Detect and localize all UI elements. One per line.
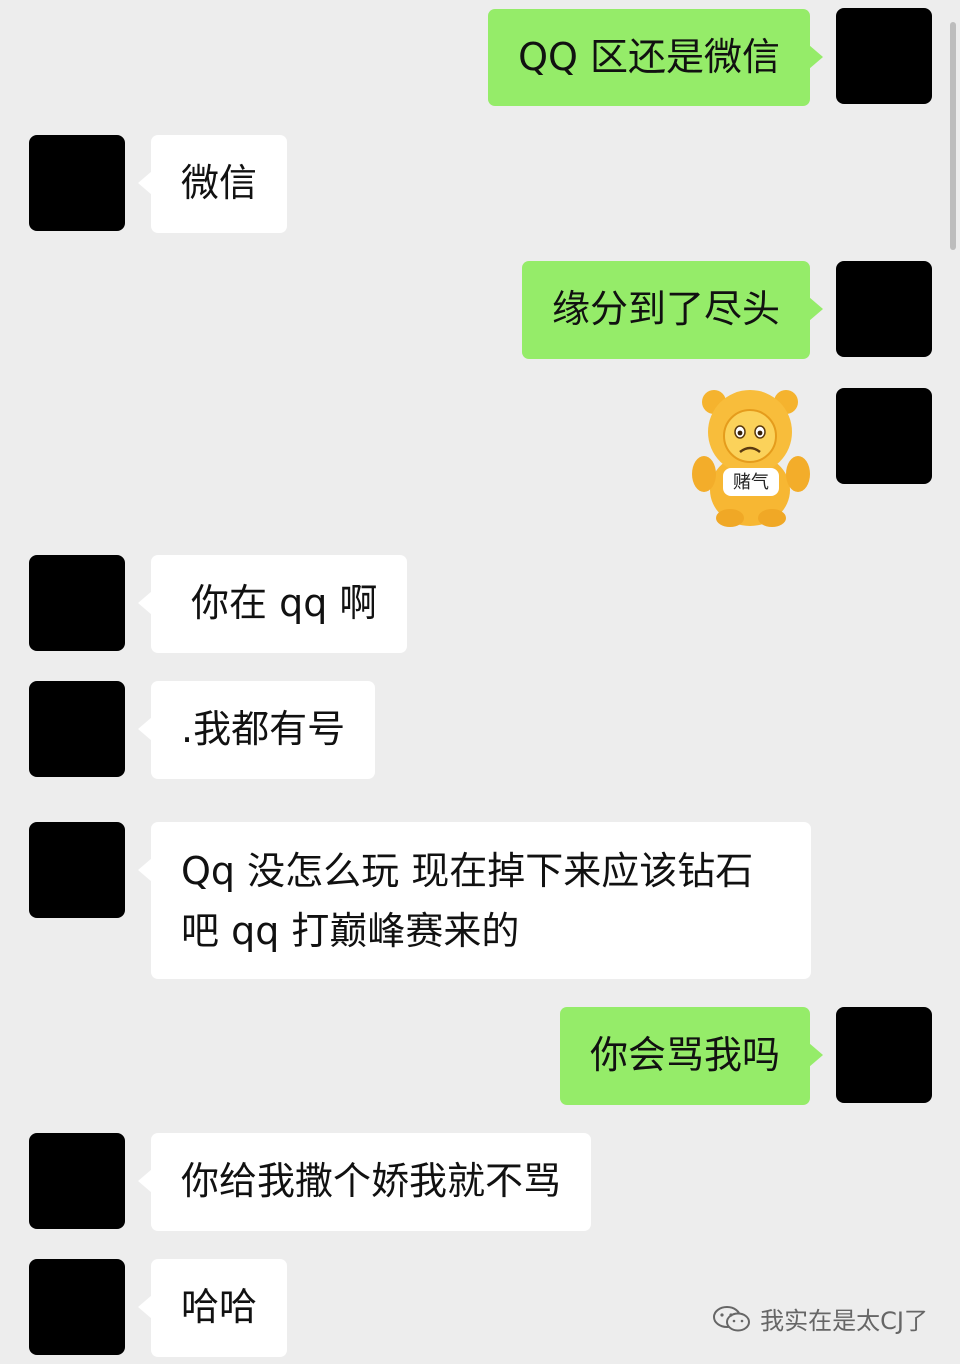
watermark-text: 我实在是太CJ了: [760, 1307, 928, 1335]
message-bubble-outgoing[interactable]: 缘分到了尽头: [521, 261, 824, 359]
message-text: QQ 区还是微信: [518, 35, 780, 79]
message-text: 你在 qq 啊: [191, 581, 378, 625]
message-text: 哈哈: [181, 1285, 258, 1329]
message-bubble-outgoing[interactable]: 你会骂我吗: [559, 1007, 824, 1105]
avatar-self[interactable]: [836, 388, 932, 484]
avatar-contact[interactable]: [29, 1133, 125, 1229]
avatar-contact[interactable]: [29, 681, 125, 777]
bear-sticker-icon: 赌气: [692, 390, 810, 527]
avatar-contact[interactable]: [29, 555, 125, 651]
avatar-self[interactable]: [836, 261, 932, 357]
watermark: 我实在是太CJ了: [712, 1301, 928, 1336]
message-text: 你会骂我吗: [589, 1033, 780, 1077]
message-bubble-incoming[interactable]: 你给我撒个娇我就不骂: [137, 1133, 592, 1231]
message-text: .我都有号: [181, 707, 346, 751]
message-text: 缘分到了尽头: [551, 287, 780, 331]
message-text: 微信: [181, 161, 258, 205]
message-text: Qq 没怎么玩 现在掉下来应该钻石 吧 qq 打巅峰赛来的: [181, 849, 754, 953]
sticker-bear[interactable]: 赌气: [690, 388, 812, 528]
avatar-contact[interactable]: [29, 1259, 125, 1355]
chat-window: QQ 区还是微信 微信 缘分到了尽头 赌气 你在 qq 啊 .我都有号 Qq 没…: [0, 0, 960, 1364]
message-bubble-incoming[interactable]: 你在 qq 啊: [137, 555, 408, 653]
avatar-self[interactable]: [836, 1007, 932, 1103]
message-bubble-incoming[interactable]: Qq 没怎么玩 现在掉下来应该钻石 吧 qq 打巅峰赛来的: [138, 822, 811, 979]
wechat-icon: [713, 1305, 751, 1331]
scrollbar[interactable]: [950, 22, 956, 250]
avatar-contact[interactable]: [29, 822, 125, 918]
sticker-label: 赌气: [733, 472, 769, 493]
avatar-self[interactable]: [836, 8, 932, 104]
message-text: 你给我撒个娇我就不骂: [181, 1159, 562, 1203]
avatar-contact[interactable]: [29, 135, 125, 231]
message-bubble-incoming[interactable]: .我都有号: [137, 681, 376, 779]
message-bubble-incoming[interactable]: 哈哈: [137, 1259, 288, 1357]
message-bubble-incoming[interactable]: 微信: [137, 135, 288, 233]
message-bubble-outgoing[interactable]: QQ 区还是微信: [488, 9, 823, 106]
